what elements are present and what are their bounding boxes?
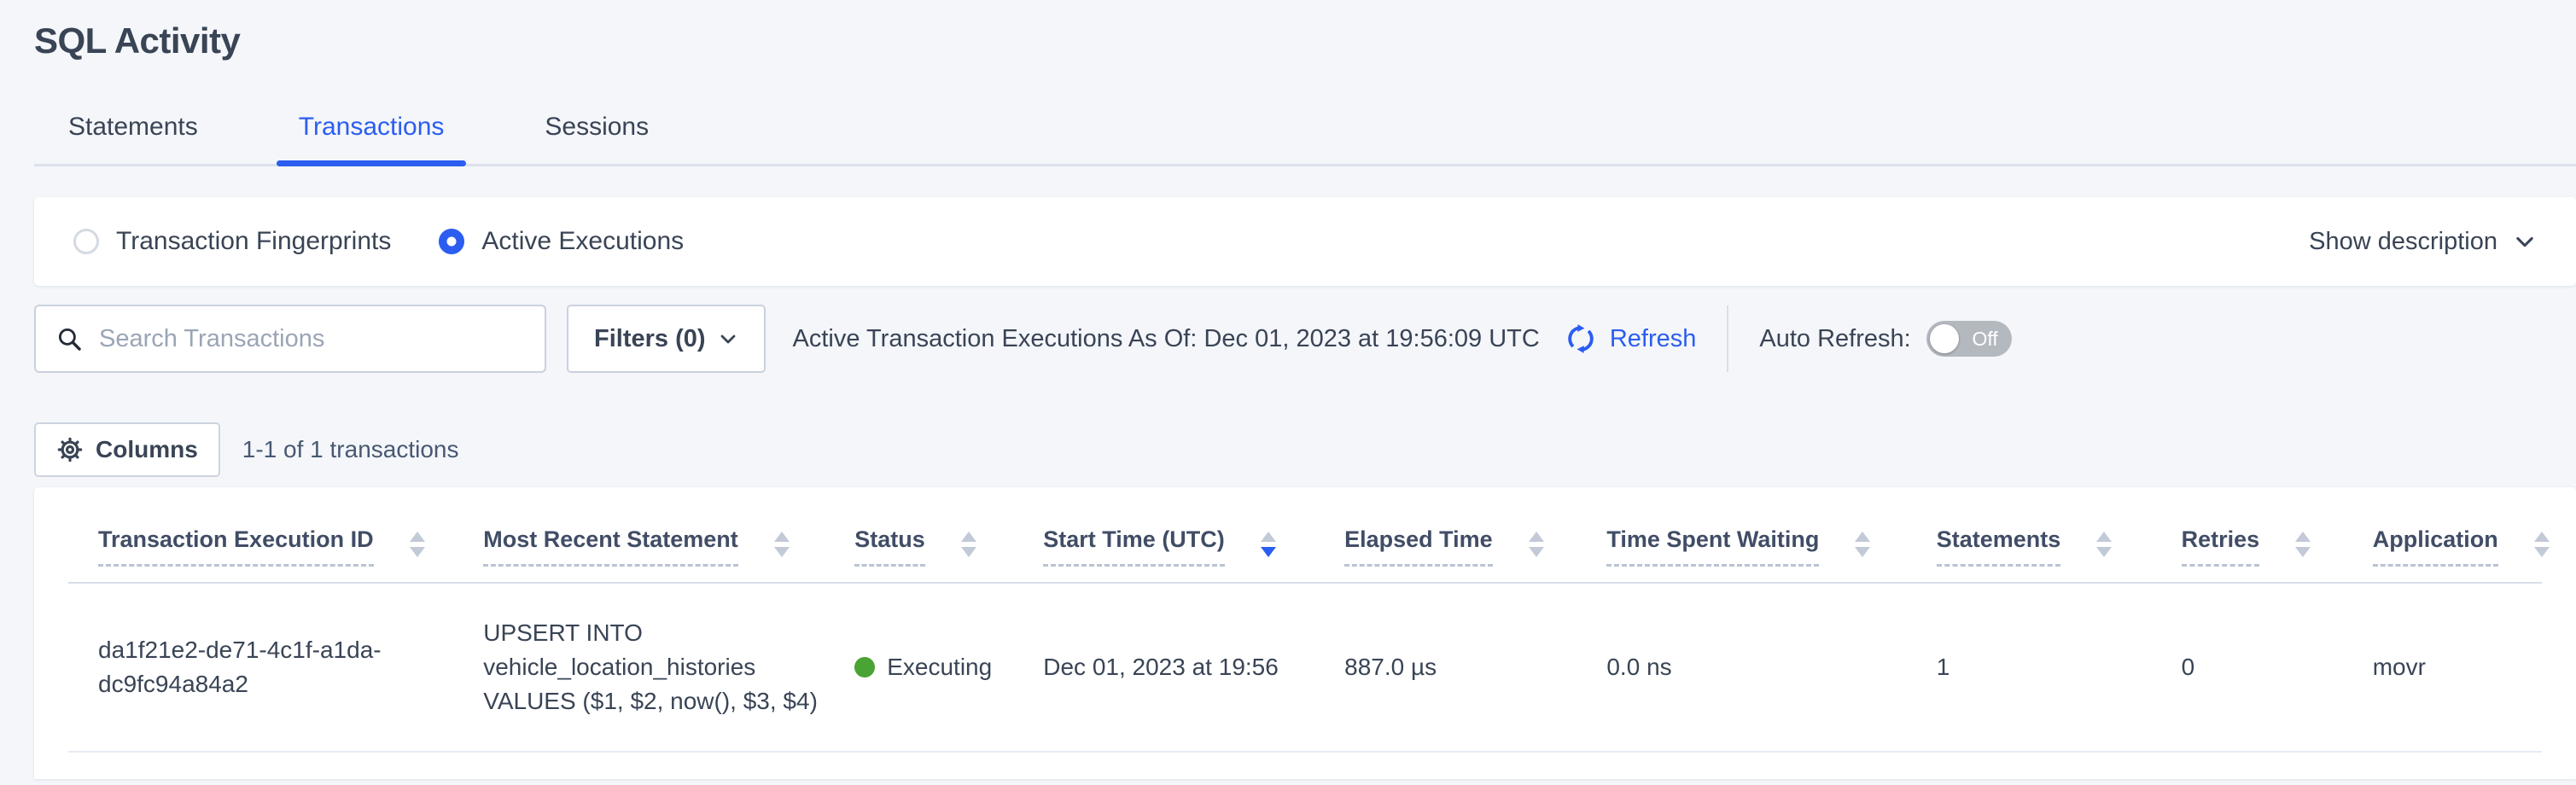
radio-option-label: Transaction Fingerprints (116, 227, 391, 256)
chevron-down-icon (718, 329, 738, 349)
radio-unselected-icon[interactable] (73, 229, 99, 254)
sort-icon[interactable] (1529, 532, 1544, 557)
cell-retries: 0 (2152, 583, 2343, 752)
tab-statements[interactable]: Statements (46, 113, 220, 164)
sql-activity-page: SQL Activity Statements Transactions Ses… (0, 0, 2576, 785)
toggle-knob[interactable] (1930, 324, 1959, 353)
column-header-status[interactable]: Status (825, 487, 1013, 583)
toolbar-divider (1727, 305, 1728, 372)
column-header-start-time[interactable]: Start Time (UTC) (1013, 487, 1314, 583)
show-description-button[interactable]: Show description (2309, 228, 2537, 256)
sort-icon[interactable] (2534, 532, 2550, 557)
asof-text: Active Transaction Executions As Of: Dec… (793, 325, 1540, 353)
transactions-table-card: Transaction Execution ID Most Recent Sta… (34, 487, 2576, 779)
column-header-most-recent-statement[interactable]: Most Recent Statement (453, 487, 825, 583)
radio-option-active-executions[interactable]: Active Executions (439, 227, 684, 256)
column-header-time-spent-waiting[interactable]: Time Spent Waiting (1576, 487, 1906, 583)
cell-time-spent-waiting: 0.0 ns (1576, 583, 1906, 752)
sort-icon[interactable] (961, 532, 976, 557)
results-count: 1-1 of 1 transactions (242, 436, 459, 463)
column-header-statements[interactable]: Statements (1907, 487, 2152, 583)
auto-refresh-toggle[interactable]: Off (1926, 321, 2012, 357)
columns-button[interactable]: Columns (34, 422, 220, 477)
sort-icon-active-desc[interactable] (1261, 532, 1276, 557)
tab-transactions[interactable]: Transactions (277, 113, 467, 164)
column-header-retries[interactable]: Retries (2152, 487, 2343, 583)
filters-label: Filters (0) (594, 325, 706, 353)
view-mode-radio-group: Transaction Fingerprints Active Executio… (73, 227, 684, 256)
search-box[interactable] (34, 305, 546, 373)
sort-icon[interactable] (2295, 532, 2311, 557)
cell-start-time: Dec 01, 2023 at 19:56 (1013, 583, 1314, 752)
sort-icon[interactable] (774, 532, 790, 557)
sort-icon[interactable] (410, 532, 425, 557)
cell-elapsed-time: 887.0 µs (1314, 583, 1576, 752)
results-bar: Columns 1-1 of 1 transactions (34, 422, 2576, 477)
radio-option-label: Active Executions (481, 227, 684, 256)
radio-selected-icon[interactable] (439, 229, 464, 254)
page-title: SQL Activity (34, 0, 2576, 61)
columns-label: Columns (96, 436, 198, 463)
transactions-table: Transaction Execution ID Most Recent Sta… (68, 487, 2542, 753)
filters-button[interactable]: Filters (0) (567, 305, 766, 373)
sort-icon[interactable] (2096, 532, 2112, 557)
refresh-button[interactable]: Refresh (1562, 320, 1697, 358)
tab-sessions[interactable]: Sessions (522, 113, 671, 164)
tabs-bar: Statements Transactions Sessions (34, 113, 2576, 166)
refresh-label: Refresh (1610, 325, 1697, 353)
cell-status: Executing (825, 583, 1013, 752)
cell-most-recent-statement: UPSERT INTO vehicle_location_histories V… (453, 583, 825, 752)
status-label: Executing (887, 650, 992, 684)
toggle-state-label: Off (1972, 328, 2011, 351)
search-icon (55, 324, 84, 353)
gear-icon (56, 436, 84, 463)
cell-application: movr (2343, 583, 2542, 752)
table-header-row: Transaction Execution ID Most Recent Sta… (68, 487, 2542, 583)
toolbar: Filters (0) Active Transaction Execution… (34, 305, 2576, 373)
refresh-icon (1562, 320, 1600, 358)
column-header-application[interactable]: Application (2343, 487, 2542, 583)
column-header-elapsed-time[interactable]: Elapsed Time (1314, 487, 1576, 583)
cell-statements: 1 (1907, 583, 2152, 752)
table-row: da1f21e2-de71-4c1f-a1da-dc9fc94a84a2 UPS… (68, 583, 2542, 752)
search-input[interactable] (99, 325, 527, 353)
auto-refresh-label: Auto Refresh: (1759, 325, 1910, 353)
column-header-transaction-execution-id[interactable]: Transaction Execution ID (68, 487, 453, 583)
sort-icon[interactable] (1855, 532, 1870, 557)
chevron-down-icon (2513, 230, 2537, 253)
show-description-label: Show description (2309, 228, 2497, 256)
cell-transaction-execution-id: da1f21e2-de71-4c1f-a1da-dc9fc94a84a2 (68, 583, 453, 752)
status-executing-dot (854, 657, 875, 677)
view-mode-card: Transaction Fingerprints Active Executio… (34, 197, 2576, 286)
radio-option-transaction-fingerprints[interactable]: Transaction Fingerprints (73, 227, 391, 256)
